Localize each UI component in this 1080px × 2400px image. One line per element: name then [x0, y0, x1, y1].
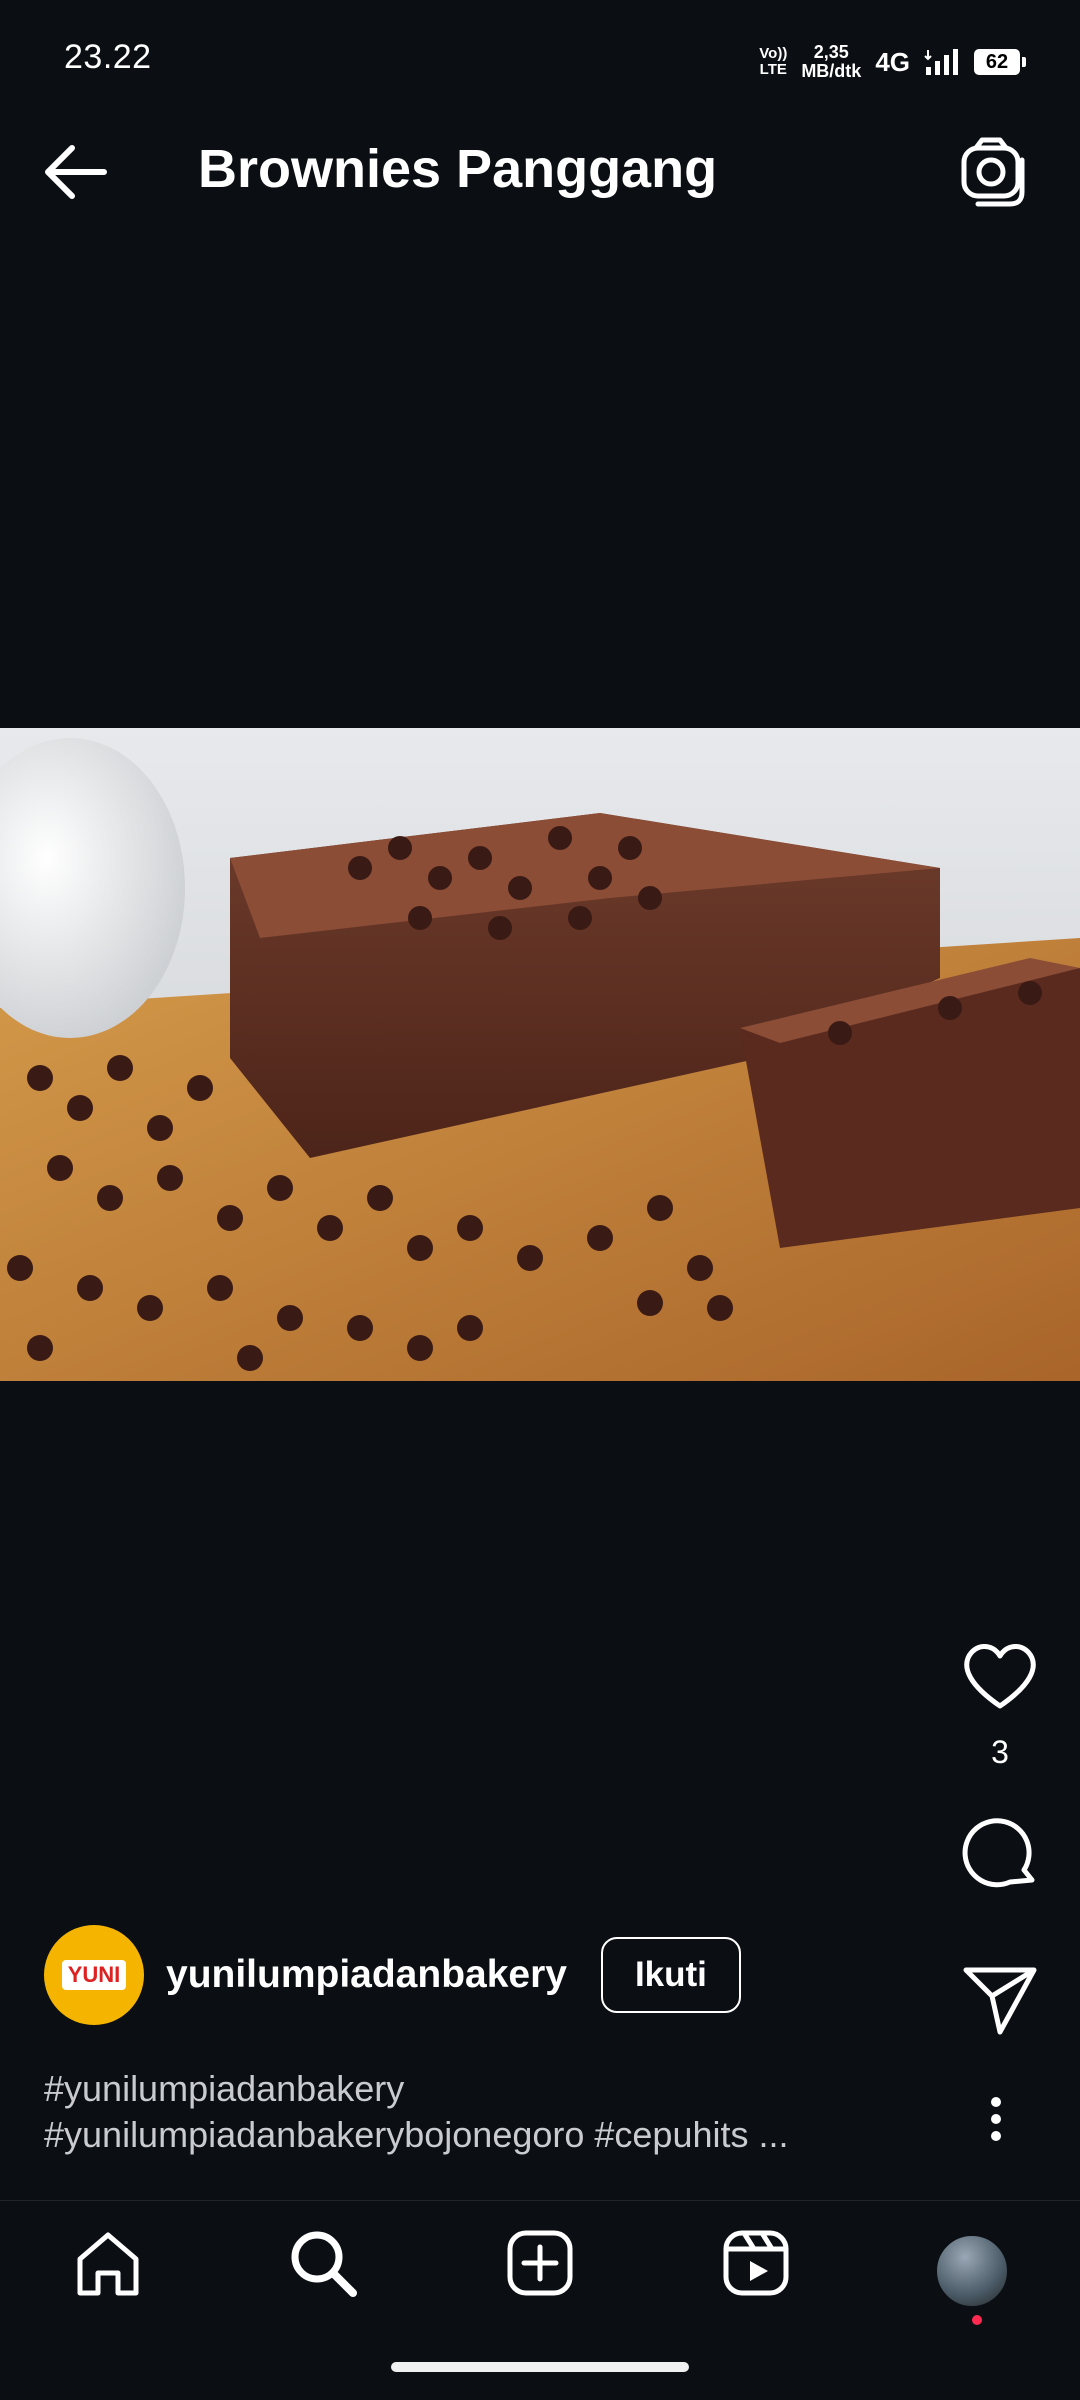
- status-time: 23.22: [64, 38, 152, 76]
- post-image[interactable]: [0, 728, 1080, 1381]
- bottom-navigation: [0, 2200, 1080, 2341]
- add-post-icon[interactable]: [502, 2225, 578, 2301]
- speed-unit: MB/dtk: [801, 61, 862, 81]
- comment-icon[interactable]: [958, 1812, 1042, 1896]
- network-type: 4G: [875, 46, 910, 77]
- page-title: Brownies Panggang: [198, 139, 718, 199]
- share-icon[interactable]: [958, 1956, 1042, 2040]
- battery-indicator: 62: [974, 49, 1026, 75]
- arrow-left-icon[interactable]: [38, 136, 114, 208]
- camera-icon[interactable]: [956, 134, 1030, 208]
- top-bar: Brownies Panggang: [0, 110, 1080, 235]
- notification-dot: [972, 2315, 982, 2325]
- heart-icon[interactable]: [958, 1634, 1042, 1718]
- profile-avatar[interactable]: [934, 2233, 1010, 2309]
- author-username[interactable]: yunilumpiadanbakery: [166, 1953, 567, 1997]
- post-author-row: YUNI yunilumpiadanbakery Ikuti: [44, 1925, 741, 2025]
- network-speed: 2,35 MB/dtk: [801, 43, 861, 81]
- follow-button[interactable]: Ikuti: [600, 1937, 741, 2013]
- reels-icon[interactable]: [718, 2225, 794, 2301]
- home-icon[interactable]: [70, 2225, 146, 2301]
- caption-line: #yunilumpiadanbakerybojonegoro #cepuhits…: [44, 2114, 789, 2155]
- search-icon[interactable]: [285, 2225, 361, 2301]
- signal-icon: [924, 49, 958, 75]
- caption-line: #yunilumpiadanbakery: [44, 2068, 405, 2109]
- volte-indicator: Vo)) LTE: [759, 46, 787, 78]
- volte-bottom: LTE: [759, 61, 787, 78]
- author-avatar[interactable]: YUNI: [44, 1925, 144, 2025]
- speed-value: 2,35: [813, 42, 849, 62]
- home-indicator[interactable]: [391, 2362, 689, 2372]
- avatar-logo-text: YUNI: [61, 1960, 127, 1990]
- status-bar: 23.22 Vo)) LTE 2,35 MB/dtk 4G 62: [0, 0, 1080, 110]
- status-indicators: Vo)) LTE 2,35 MB/dtk 4G 62: [759, 36, 1026, 88]
- volte-top: Vo)): [759, 45, 788, 62]
- like-count[interactable]: 3: [920, 1734, 1080, 1771]
- more-options-icon[interactable]: [974, 2094, 1018, 2144]
- post-caption[interactable]: #yunilumpiadanbakery #yunilumpiadanbaker…: [44, 2066, 904, 2158]
- brownies-photo: [0, 728, 1080, 1381]
